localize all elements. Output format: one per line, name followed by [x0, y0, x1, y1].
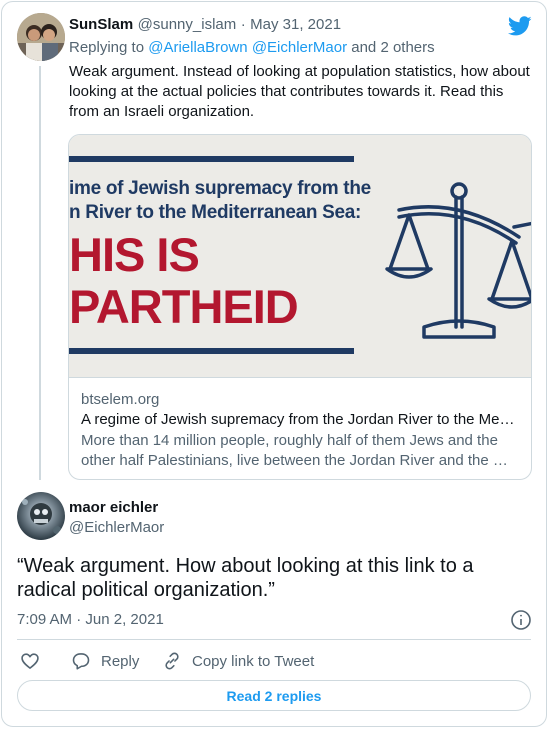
main-tweet-text: “Weak argument. How about looking at thi… [17, 555, 474, 601]
link-preview-meta: btselem.org A regime of Jewish supremacy… [69, 377, 531, 479]
replying-to-line: Replying to @AriellaBrown @EichlerMaor a… [69, 39, 435, 56]
display-name[interactable]: SunSlam [69, 16, 133, 33]
link-title: A regime of Jewish supremacy from the Jo… [81, 411, 515, 428]
tweet-date[interactable]: Jun 2, 2021 [85, 611, 163, 628]
link-icon [162, 651, 182, 671]
link-domain: btselem.org [81, 391, 160, 408]
banner-headline-line2: PARTHEID [69, 280, 299, 333]
tweet-time[interactable]: 7:09 AM [17, 611, 72, 628]
copy-link-label[interactable]: Copy link to Tweet [192, 653, 314, 670]
replying-to-others[interactable]: and 2 others [351, 39, 434, 56]
link-preview-image: ime of Jewish supremacy from the n River… [69, 135, 531, 377]
read-replies-label[interactable]: Read 2 replies [227, 688, 322, 704]
like-button[interactable] [20, 651, 40, 671]
banner-subtitle-line2: n River to the Mediterranean Sea: [69, 202, 362, 223]
avatar-sunslam[interactable] [17, 13, 65, 61]
copy-link-button[interactable]: Copy link to Tweet [162, 651, 314, 671]
info-icon[interactable] [510, 609, 532, 631]
separator-dot: · [240, 16, 246, 33]
main-display-name[interactable]: maor eichler [69, 499, 158, 516]
reply-button[interactable]: Reply [71, 651, 139, 671]
banner-headline-line1: HIS IS [69, 228, 200, 281]
reply-tweet-text: Weak argument. Instead of looking at pop… [69, 63, 530, 120]
tweet-date[interactable]: May 31, 2021 [250, 16, 341, 33]
reply-tweet-header: SunSlam @sunny_islam · May 31, 2021 [69, 16, 341, 34]
replying-to-users[interactable]: @AriellaBrown @EichlerMaor [148, 39, 347, 56]
separator-dot: · [76, 611, 82, 628]
banner-subtitle-line1: ime of Jewish supremacy from the [69, 178, 371, 199]
read-replies-button[interactable]: Read 2 replies [17, 680, 531, 711]
user-handle[interactable]: @sunny_islam [138, 16, 237, 33]
divider [17, 639, 531, 640]
thread-connector-line [39, 66, 41, 480]
main-tweet-timestamp[interactable]: 7:09 AM · Jun 2, 2021 [17, 611, 164, 628]
twitter-bird-icon[interactable] [507, 14, 532, 38]
avatar-maor-eichler[interactable] [17, 492, 65, 540]
replying-to-label: Replying to [69, 39, 145, 56]
banner-bottom-rule [69, 348, 354, 354]
reply-label[interactable]: Reply [101, 653, 139, 670]
link-description: More than 14 million people, roughly hal… [81, 432, 508, 469]
link-preview-card[interactable]: ime of Jewish supremacy from the n River… [68, 134, 532, 480]
scales-of-justice-icon [384, 177, 531, 347]
heart-icon [20, 651, 40, 671]
main-user-handle[interactable]: @EichlerMaor [69, 519, 164, 536]
reply-bubble-icon [71, 651, 91, 671]
banner-top-rule [69, 156, 354, 162]
